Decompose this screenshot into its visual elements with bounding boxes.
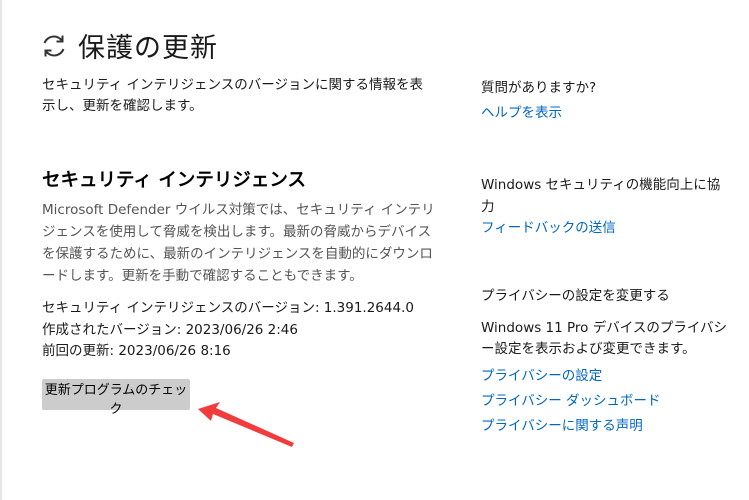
privacy-settings-link[interactable]: プライバシーの設定 <box>481 364 661 389</box>
annotation-arrow <box>198 402 294 447</box>
privacy-description: Windows 11 Pro デバイスのプライバシー設定を表示および変更できます… <box>481 320 728 357</box>
refresh-icon <box>43 35 65 56</box>
question-heading: 質問がありますか? <box>481 80 597 96</box>
last-update-text: 前回の更新: 2023/06/26 8:16 <box>42 343 231 359</box>
left-divider <box>0 0 2 500</box>
created-version-text: 作成されたバージョン: 2023/06/26 2:46 <box>42 321 298 338</box>
privacy-links: プライバシーの設定 プライバシー ダッシュボード プライバシーに関する声明 <box>481 364 661 439</box>
section-title: セキュリティ インテリジェンス <box>42 170 306 191</box>
section-description: Microsoft Defender ウイルス対策では、セキュリティ インテリジ… <box>42 202 435 284</box>
intelligence-version-text: セキュリティ インテリジェンスのバージョン: 1.391.2644.0 <box>42 300 414 316</box>
improve-heading: Windows セキュリティの機能向上に協力 <box>481 177 721 215</box>
page-header: 保護の更新 <box>40 26 218 65</box>
privacy-dashboard-link[interactable]: プライバシー ダッシュボード <box>481 389 661 414</box>
page-intro-text: セキュリティ インテリジェンスのバージョンに関する情報を表示し、更新を確認します… <box>42 77 423 114</box>
privacy-heading: プライバシーの設定を変更する <box>481 288 670 304</box>
version-info: セキュリティ インテリジェンスのバージョン: 1.391.2644.0 作成され… <box>42 298 414 363</box>
help-link[interactable]: ヘルプを表示 <box>481 103 562 124</box>
page-title: 保護の更新 <box>78 33 218 64</box>
check-for-updates-button[interactable]: 更新プログラムのチェック <box>42 379 190 417</box>
feedback-link[interactable]: フィードバックの送信 <box>481 218 616 239</box>
windows-security-window: 保護の更新 セキュリティ インテリジェンスのバージョンに関する情報を表示し、更新… <box>0 0 749 500</box>
privacy-statement-link[interactable]: プライバシーに関する声明 <box>481 414 661 439</box>
